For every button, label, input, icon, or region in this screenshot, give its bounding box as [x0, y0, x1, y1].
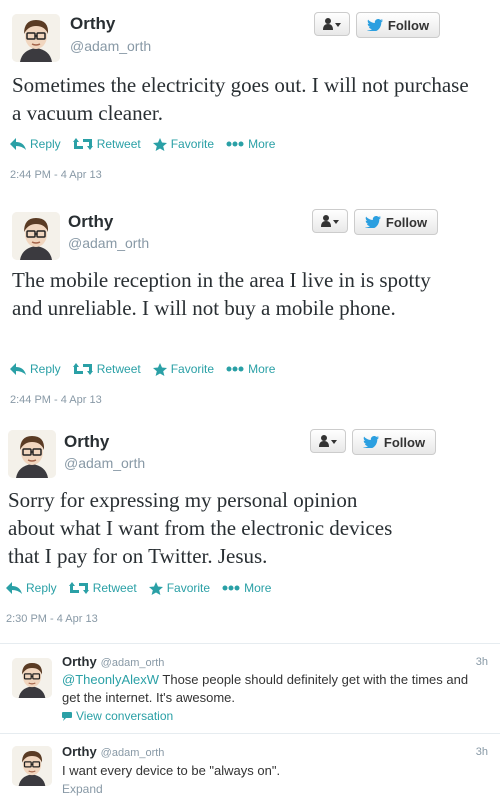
- reply-icon: [10, 138, 26, 150]
- more-dots-icon: [222, 585, 240, 591]
- follow-button[interactable]: Follow: [356, 12, 440, 38]
- retweet-action[interactable]: Retweet: [72, 137, 141, 151]
- favorite-label: Favorite: [170, 137, 215, 151]
- reply-icon: [10, 363, 26, 375]
- avatar[interactable]: [12, 658, 52, 698]
- twitter-bird-icon: [366, 19, 383, 31]
- more-label: More: [244, 581, 272, 595]
- avatar[interactable]: [12, 14, 60, 62]
- speech-bubble-icon: [62, 711, 72, 721]
- avatar-portrait-icon: [12, 212, 60, 260]
- more-label: More: [248, 137, 276, 151]
- follow-label: Follow: [387, 17, 430, 33]
- tweet-3: Orthy @adam_orth Follow Sorry for expres…: [0, 420, 500, 640]
- more-dots-icon: [226, 366, 244, 372]
- user-name[interactable]: Orthy: [70, 14, 115, 34]
- avatar-portrait-icon: [12, 14, 60, 62]
- tweet-text: Sometimes the electricity goes out. I wi…: [12, 73, 469, 125]
- person-dropdown-icon: [321, 215, 339, 227]
- avatar[interactable]: [8, 430, 56, 478]
- retweet-action[interactable]: Retweet: [72, 362, 141, 376]
- reply-action[interactable]: Reply: [6, 581, 57, 595]
- avatar-portrait-icon: [8, 430, 56, 478]
- user-handle[interactable]: @adam_orth: [70, 38, 151, 54]
- user-name[interactable]: Orthy: [64, 432, 109, 452]
- user-handle[interactable]: @adam_orth: [68, 235, 149, 251]
- tweet-2: Orthy @adam_orth Follow The mobile recep…: [0, 200, 500, 420]
- reply-user-name[interactable]: Orthy @adam_orth: [62, 744, 164, 759]
- more-label: More: [248, 362, 276, 376]
- retweet-icon: [72, 138, 93, 150]
- tweet-actions: Reply Retweet Favorite More: [6, 581, 283, 595]
- person-dropdown-icon: [319, 435, 337, 447]
- reply-handle: @adam_orth: [100, 657, 165, 669]
- star-icon: [148, 581, 163, 595]
- retweet-icon: [68, 582, 89, 594]
- user-actions-button[interactable]: [312, 209, 348, 233]
- reply-user-name[interactable]: Orthy @adam_orth: [62, 654, 164, 669]
- reply-name: Orthy: [62, 744, 97, 759]
- tweet-actions: Reply Retweet Favorite More: [10, 137, 287, 151]
- avatar[interactable]: [12, 746, 52, 786]
- follow-label: Follow: [383, 434, 426, 450]
- person-dropdown-icon: [323, 18, 341, 30]
- retweet-icon: [72, 363, 93, 375]
- more-dots-icon: [226, 141, 244, 147]
- favorite-action[interactable]: Favorite: [148, 581, 211, 595]
- reply-label: Reply: [30, 362, 61, 376]
- follow-button[interactable]: Follow: [354, 209, 438, 235]
- twitter-bird-icon: [364, 216, 381, 228]
- user-actions-button[interactable]: [314, 12, 350, 36]
- reply-text: I want every device to be "always on".: [62, 763, 281, 778]
- avatar-portrait-icon: [12, 658, 52, 698]
- tweet-timestamp[interactable]: 2:44 PM - 4 Apr 13: [10, 169, 102, 181]
- reply-name: Orthy: [62, 654, 97, 669]
- favorite-label: Favorite: [170, 362, 215, 376]
- user-actions-button[interactable]: [310, 429, 346, 453]
- tweet-text: Sorry for expressing my personal opinion…: [8, 488, 393, 568]
- avatar-portrait-icon: [12, 746, 52, 786]
- twitter-bird-icon: [362, 436, 379, 448]
- more-action[interactable]: More: [222, 581, 271, 595]
- reply-action[interactable]: Reply: [10, 362, 61, 376]
- user-handle[interactable]: @adam_orth: [64, 455, 145, 471]
- reply-tweet-2[interactable]: Orthy @adam_orth 3h I want every device t…: [0, 734, 500, 800]
- retweet-label: Retweet: [92, 581, 137, 595]
- reply-text: @TheonlyAlexW Those people should defini…: [62, 671, 482, 707]
- more-action[interactable]: More: [226, 137, 275, 151]
- reply-action[interactable]: Reply: [10, 137, 61, 151]
- reply-label: Reply: [26, 581, 57, 595]
- mention-link[interactable]: @TheonlyAlexW: [62, 672, 159, 687]
- tweet-text: The mobile reception in the area I live …: [12, 268, 431, 320]
- view-conversation-link[interactable]: View conversation: [62, 709, 173, 723]
- tweet-actions: Reply Retweet Favorite More: [10, 362, 287, 376]
- retweet-label: Retweet: [96, 137, 141, 151]
- follow-label: Follow: [385, 214, 428, 230]
- reply-time[interactable]: 3h: [476, 656, 488, 668]
- reply-label: Reply: [30, 137, 61, 151]
- favorite-action[interactable]: Favorite: [152, 137, 215, 151]
- more-action[interactable]: More: [226, 362, 275, 376]
- retweet-action[interactable]: Retweet: [68, 581, 137, 595]
- tweet-1: Orthy @adam_orth Follow Sometimes the el…: [0, 0, 500, 200]
- reply-icon: [6, 582, 22, 594]
- reply-tweet-1[interactable]: Orthy @adam_orth 3h @TheonlyAlexW Those p…: [0, 644, 500, 732]
- view-conversation-label: View conversation: [76, 709, 174, 723]
- star-icon: [152, 137, 167, 151]
- tweet-timestamp[interactable]: 2:44 PM - 4 Apr 13: [10, 394, 102, 406]
- reply-time[interactable]: 3h: [476, 746, 488, 758]
- avatar[interactable]: [12, 212, 60, 260]
- follow-button[interactable]: Follow: [352, 429, 436, 455]
- retweet-label: Retweet: [96, 362, 141, 376]
- star-icon: [152, 362, 167, 376]
- tweet-timestamp[interactable]: 2:30 PM - 4 Apr 13: [6, 613, 98, 625]
- reply-handle: @adam_orth: [100, 747, 165, 759]
- user-name[interactable]: Orthy: [68, 212, 113, 232]
- expand-link[interactable]: Expand: [62, 782, 103, 796]
- favorite-action[interactable]: Favorite: [152, 362, 215, 376]
- favorite-label: Favorite: [166, 581, 211, 595]
